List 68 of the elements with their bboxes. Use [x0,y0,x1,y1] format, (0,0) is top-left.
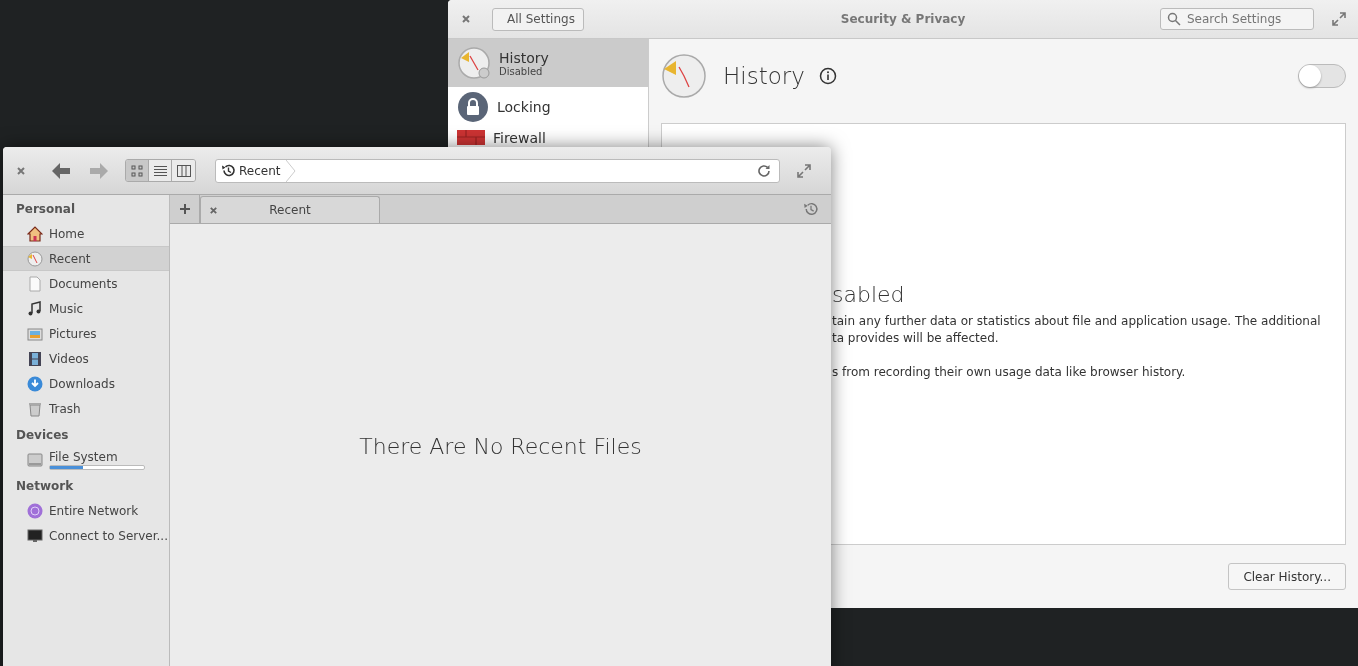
empty-message: There Are No Recent Files [359,434,642,461]
place-item[interactable]: Home [3,221,169,246]
category-item[interactable]: Locking [448,87,648,127]
category-item[interactable]: Firewall [448,127,648,147]
category-item[interactable]: History Disabled [448,39,648,87]
section-heading: Devices [15,427,70,444]
globe-icon [27,502,43,519]
maximize-icon[interactable] [797,163,811,178]
clear-history-button[interactable]: Clear History... [1228,563,1346,590]
document-icon [27,275,43,292]
view-mode-button[interactable] [149,160,172,181]
place-item[interactable]: Connect to Server... [3,523,169,548]
description-text: s from recording their own usage data like browser history. [832,364,1187,381]
trash-icon [27,400,43,417]
close-icon[interactable] [209,205,218,215]
close-icon [16,165,26,176]
drive-icon [27,451,43,468]
place-item[interactable]: Recent [3,246,169,271]
place-item[interactable]: Downloads [3,371,169,396]
panel-heading: sabled [832,282,906,307]
monitor-icon [27,527,43,544]
toggle-switch[interactable] [1298,64,1346,88]
info-icon[interactable] [818,67,837,85]
place-item[interactable]: Music [3,296,169,321]
place-item[interactable]: Trash [3,396,169,421]
place-item[interactable]: Pictures [3,321,169,346]
location-bar[interactable]: Recent [215,158,780,183]
search-field[interactable]: Search Settings [1160,8,1314,30]
clock-icon [27,250,43,267]
plus-icon [178,203,191,215]
place-item[interactable]: Entire Network [3,498,169,523]
history-icon [221,163,236,178]
maximize-icon[interactable] [1332,12,1346,26]
lock-icon [457,91,489,123]
music-note-icon [27,300,43,317]
category-status: Disabled [499,65,543,77]
place-item[interactable]: Videos [3,346,169,371]
columns-icon [176,164,191,177]
history-icon[interactable] [803,201,819,217]
category-label: Locking [497,99,551,115]
place-item[interactable]: File System [3,447,169,472]
image-icon [27,325,43,342]
search-icon [1167,12,1181,26]
tab[interactable]: Recent [200,196,380,223]
description-text: tain any further data or statistics about file and application usage. The additional [832,313,1322,330]
category-label: History [499,49,549,66]
clock-icon [457,46,491,80]
section-heading: Personal [15,201,76,218]
close-icon [461,14,471,24]
back-button[interactable]: All Settings [492,7,584,31]
place-item[interactable]: Documents [3,271,169,296]
clock-icon [661,53,707,99]
reload-icon[interactable] [757,163,771,178]
window-title: Security & Privacy [840,12,966,26]
section-heading: Network [15,478,75,495]
back-arrow-icon[interactable] [51,161,71,180]
list-icon [153,164,167,177]
view-mode-button[interactable] [172,160,195,181]
view-mode-button[interactable] [126,160,149,181]
category-label: Firewall [493,130,546,146]
page-title: History [723,63,805,89]
grid-icon [131,164,143,177]
description-text: ta provides will be affected. [832,330,1000,347]
house-icon [27,225,43,242]
film-icon [27,350,43,367]
breadcrumb[interactable]: Recent [216,159,297,182]
download-icon [27,375,43,392]
brick-wall-icon [457,130,485,145]
